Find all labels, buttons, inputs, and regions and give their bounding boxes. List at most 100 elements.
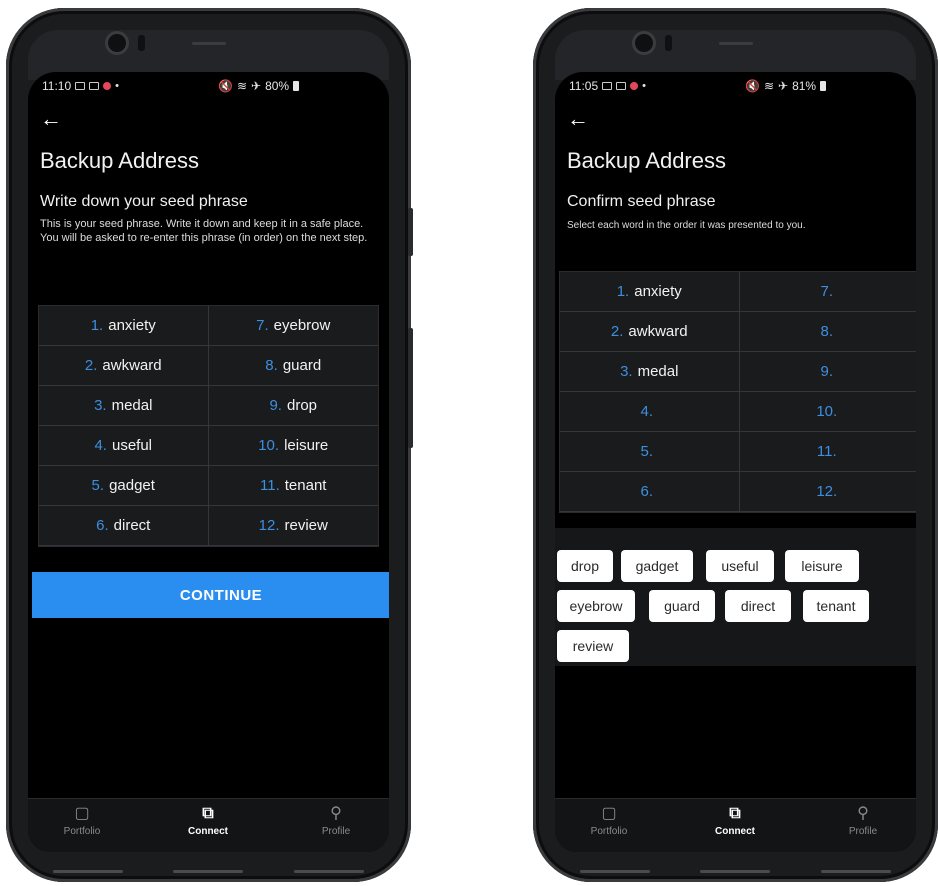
nav-item-portfolio[interactable]: ▢ Portfolio <box>42 805 122 837</box>
seed-word-number: 7. <box>256 317 269 334</box>
dot-icon: • <box>115 80 119 92</box>
phone-right: 11:05 • 🔇 ≋ ✈ 81% ← Backup Address Confi… <box>533 8 938 882</box>
record-icon <box>630 82 639 90</box>
word-chip[interactable]: drop <box>557 550 613 582</box>
seed-phrase-confirm-grid: 1. anxiety 7. 2. awkward 8. 3. medal 9. 4. 10. 5. 11… <box>559 271 916 513</box>
seed-word-number: 11. <box>816 443 837 460</box>
front-camera <box>108 34 126 52</box>
seed-word-number: 5. <box>640 443 653 460</box>
seed-word-cell: 8. <box>739 312 916 352</box>
volume-button <box>408 208 413 256</box>
seed-word-text: tenant <box>284 477 327 494</box>
section-subtitle: Confirm seed phrase <box>567 193 716 210</box>
page-title: Backup Address <box>40 148 199 173</box>
status-bar: 11:10 • 🔇 ≋ ✈ 80% <box>28 72 389 100</box>
word-chip[interactable]: gadget <box>621 550 693 582</box>
seed-word-cell: 5. <box>560 432 740 472</box>
arrow-left-icon[interactable]: ← <box>40 108 62 130</box>
airplane-icon: ✈ <box>251 79 262 93</box>
connect-icon: ⧉ <box>202 805 214 822</box>
nav-item-connect[interactable]: ⧉ Connect <box>168 805 248 837</box>
seed-word-text: awkward <box>102 357 162 374</box>
word-chip[interactable]: useful <box>706 550 774 582</box>
seed-word-cell: 11. tenant <box>208 466 378 506</box>
seed-word-number: 2. <box>610 323 624 340</box>
connect-icon: ⧉ <box>729 805 741 822</box>
seed-word-cell: 4. <box>560 392 740 432</box>
seed-word-cell: 10. <box>739 392 916 432</box>
seed-word-cell: 7. <box>739 272 916 312</box>
person-icon: ⚲ <box>330 805 342 822</box>
word-chip[interactable]: direct <box>725 590 791 622</box>
word-chip[interactable]: guard <box>649 590 715 622</box>
seed-word-text: medal <box>637 363 679 380</box>
earpiece-speaker <box>192 42 226 45</box>
seed-word-cell: 7. eyebrow <box>208 306 378 346</box>
seed-word-number: 6. <box>96 517 109 534</box>
mail-icon <box>616 82 627 90</box>
status-time: 11:05 <box>569 79 599 93</box>
sensor <box>665 35 672 51</box>
nav-item-connect[interactable]: ⧉ Connect <box>695 805 775 837</box>
seed-word-text: anxiety <box>634 283 682 300</box>
seed-word-cell: 1. anxiety <box>560 272 740 312</box>
bottom-nav: ▢ Portfolio ⧉ Connect ⚲ Profile <box>28 798 389 852</box>
screen-left: 11:10 • 🔇 ≋ ✈ 80% ← Backup Address Write… <box>28 72 389 852</box>
seed-word-number: 4. <box>640 403 653 420</box>
seed-word-cell: 10. leisure <box>208 426 378 466</box>
seed-word-text: useful <box>111 437 153 454</box>
record-icon <box>103 82 112 90</box>
word-chip-pool: drop gadget useful leisure eyebrow guard direc… <box>555 528 916 666</box>
nav-label-profile: Profile <box>848 826 878 837</box>
wallet-icon: ▢ <box>601 805 617 822</box>
seed-word-text: guard <box>282 357 322 374</box>
seed-word-number: 9. <box>269 397 282 414</box>
mail-icon <box>89 82 100 90</box>
word-chip[interactable]: review <box>557 630 629 662</box>
continue-button[interactable]: CONTINUE <box>32 572 389 618</box>
word-chip[interactable]: tenant <box>803 590 869 622</box>
seed-word-cell: 3. medal <box>39 386 209 426</box>
gesture-bar <box>28 868 389 874</box>
arrow-left-icon[interactable]: ← <box>567 108 589 130</box>
word-chip[interactable]: eyebrow <box>557 590 635 622</box>
mute-icon: 🔇 <box>218 79 233 93</box>
airplane-icon: ✈ <box>778 79 789 93</box>
seed-word-text: direct <box>113 517 151 534</box>
seed-word-number: 10. <box>258 437 280 454</box>
battery-icon <box>820 81 827 91</box>
gallery-icon <box>75 82 86 90</box>
seed-word-number: 8. <box>820 323 833 340</box>
seed-word-cell: 11. <box>739 432 916 472</box>
status-bar: 11:05 • 🔇 ≋ ✈ 81% <box>555 72 916 100</box>
seed-word-cell: 2. awkward <box>560 312 740 352</box>
nav-item-profile[interactable]: ⚲ Profile <box>296 805 376 837</box>
seed-word-cell: 9. <box>739 352 916 392</box>
instructions-text: Select each word in the order it was pre… <box>567 220 806 231</box>
seed-word-text: eyebrow <box>273 317 331 334</box>
battery-percent: 81% <box>792 79 817 93</box>
gallery-icon <box>602 82 613 90</box>
seed-word-number: 6. <box>640 483 653 500</box>
seed-word-text: drop <box>286 397 318 414</box>
seed-word-text: gadget <box>109 477 155 494</box>
power-button <box>408 328 413 448</box>
seed-word-text: anxiety <box>108 317 156 334</box>
seed-word-number: 9. <box>820 363 833 380</box>
seed-word-number: 4. <box>94 437 107 454</box>
seed-word-number: 1. <box>616 283 630 300</box>
seed-word-number: 8. <box>265 357 278 374</box>
nav-label-connect: Connect <box>715 826 755 837</box>
phone-left: 11:10 • 🔇 ≋ ✈ 80% ← Backup Address Write… <box>6 8 413 882</box>
word-chip[interactable]: leisure <box>785 550 859 582</box>
seed-word-number: 12. <box>816 483 838 500</box>
nav-label-connect: Connect <box>188 826 228 837</box>
sensor <box>138 35 145 51</box>
battery-percent: 80% <box>265 79 290 93</box>
seed-word-cell: 5. gadget <box>39 466 209 506</box>
nav-item-portfolio[interactable]: ▢ Portfolio <box>569 805 649 837</box>
seed-word-number: 3. <box>620 363 633 380</box>
seed-word-text: medal <box>111 397 153 414</box>
seed-word-number: 5. <box>91 477 105 494</box>
nav-item-profile[interactable]: ⚲ Profile <box>823 805 903 837</box>
